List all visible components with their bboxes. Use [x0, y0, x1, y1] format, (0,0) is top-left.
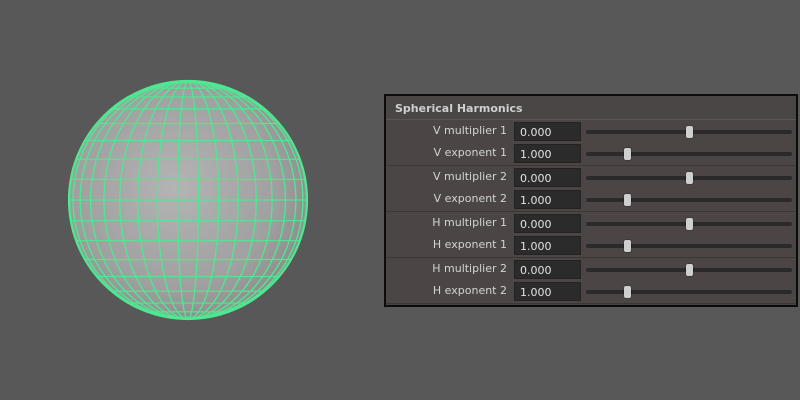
attribute-label: V multiplier 2 — [432, 170, 507, 183]
slider-handle[interactable] — [624, 194, 632, 206]
attribute-label: H multiplier 1 — [432, 216, 507, 229]
value-slider[interactable] — [586, 264, 792, 276]
attribute-row: V multiplier 1 0.000 — [386, 121, 796, 143]
attribute-label: V multiplier 1 — [432, 124, 507, 137]
panel-title[interactable]: Spherical Harmonics — [386, 96, 796, 120]
slider-handle[interactable] — [686, 126, 693, 138]
attribute-label: H exponent 1 — [432, 238, 507, 251]
value-field[interactable]: 1.000 — [514, 144, 581, 163]
spherical-harmonics-panel: Spherical Harmonics V multiplier 1 0.000… — [384, 94, 798, 307]
attribute-row: V multiplier 2 0.000 — [386, 167, 796, 189]
slider-handle[interactable] — [686, 218, 693, 230]
value-field[interactable]: 1.000 — [514, 282, 581, 301]
value-slider[interactable] — [586, 172, 792, 184]
attribute-row: V exponent 1 1.000 — [386, 143, 796, 165]
sphere-wireframe-icon[interactable] — [60, 72, 316, 328]
value-slider[interactable] — [586, 194, 792, 206]
attribute-row: H multiplier 1 0.000 — [386, 213, 796, 235]
value-slider[interactable] — [586, 218, 792, 230]
slider-handle[interactable] — [624, 240, 632, 252]
attribute-label: V exponent 1 — [433, 146, 507, 159]
value-slider[interactable] — [586, 126, 792, 138]
attribute-group: H multiplier 2 0.000 H exponent 2 1.000 — [386, 258, 796, 304]
value-slider[interactable] — [586, 240, 792, 252]
attribute-row: H exponent 1 1.000 — [386, 235, 796, 257]
slider-handle[interactable] — [686, 264, 693, 276]
value-field[interactable]: 0.000 — [514, 122, 581, 141]
attribute-group: V multiplier 1 0.000 V exponent 1 1.000 — [386, 120, 796, 166]
value-field[interactable]: 0.000 — [514, 168, 581, 187]
value-field[interactable]: 0.000 — [514, 214, 581, 233]
attribute-group: H multiplier 1 0.000 H exponent 1 1.000 — [386, 212, 796, 258]
slider-handle[interactable] — [686, 172, 693, 184]
attribute-label: V exponent 2 — [433, 192, 507, 205]
value-field[interactable]: 1.000 — [514, 236, 581, 255]
attribute-row: H exponent 2 1.000 — [386, 281, 796, 303]
attribute-label: H multiplier 2 — [432, 262, 507, 275]
attribute-row: H multiplier 2 0.000 — [386, 259, 796, 281]
attribute-label: H exponent 2 — [432, 284, 507, 297]
value-field[interactable]: 0.000 — [514, 260, 581, 279]
value-field[interactable]: 1.000 — [514, 190, 581, 209]
attribute-group: V multiplier 2 0.000 V exponent 2 1.000 — [386, 166, 796, 212]
attribute-row: V exponent 2 1.000 — [386, 189, 796, 211]
3d-viewport[interactable] — [0, 0, 380, 400]
value-slider[interactable] — [586, 286, 792, 298]
slider-handle[interactable] — [624, 286, 632, 298]
value-slider[interactable] — [586, 148, 792, 160]
slider-handle[interactable] — [624, 148, 632, 160]
